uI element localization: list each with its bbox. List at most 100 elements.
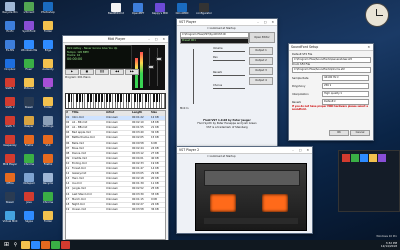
desktop-icon[interactable]: Recycle	[40, 173, 56, 185]
piano-black-key[interactable]	[158, 94, 161, 102]
next-button[interactable]: ▶▶	[125, 69, 139, 75]
desktop-icon[interactable]: Midi Player	[2, 154, 18, 166]
piano-black-key[interactable]	[136, 94, 139, 102]
desktop-icon[interactable]: SGPL 2	[2, 97, 18, 109]
piano-black-key[interactable]	[109, 94, 111, 102]
desktop-icon[interactable]: Dropbox	[2, 59, 18, 71]
piano-black-key[interactable]	[117, 94, 120, 102]
desktop-icon[interactable]: Recycle Bin	[2, 2, 18, 14]
desktop-icon[interactable]: Fiverr	[21, 59, 37, 71]
pause-button[interactable]: ❚❚	[95, 69, 109, 75]
vst-output-button[interactable]: Output 1	[249, 47, 273, 55]
piano-black-key[interactable]	[106, 94, 109, 102]
sf-setting-select[interactable]: 256 ▾	[322, 83, 369, 89]
piano-black-key[interactable]	[81, 94, 84, 102]
vst-player-2-window[interactable]: VST Player 2 – □ ✕ ☐ Autoload at Startup	[176, 146, 313, 234]
piano-black-key[interactable]	[147, 94, 150, 102]
window-controls[interactable]: – □ ✕	[148, 36, 167, 42]
piano-black-key[interactable]	[87, 94, 89, 102]
piano-black-key[interactable]	[89, 94, 92, 102]
piano-black-key[interactable]	[153, 94, 155, 102]
desktop-icon[interactable]: Edge	[40, 40, 56, 52]
piano-black-key[interactable]	[128, 94, 131, 102]
desktop-icon[interactable]: Ex-Ex	[2, 21, 18, 33]
piano-black-key[interactable]	[114, 94, 117, 102]
piano-black-key[interactable]	[67, 94, 70, 102]
desktop-icon[interactable]: Pictures	[21, 78, 37, 90]
desktop-icon[interactable]: Kaspersky	[2, 135, 18, 147]
taskbar-app-firefox[interactable]	[41, 241, 50, 249]
vst-slider-pan[interactable]: Pan	[213, 56, 245, 61]
piano-black-key[interactable]	[76, 94, 78, 102]
balance-slider-knob[interactable]	[155, 57, 162, 61]
desktop-icon[interactable]: SGPL 3	[2, 116, 18, 128]
desktop-icon[interactable]: Windows Media	[21, 40, 37, 52]
desktop-icon[interactable]: Skype	[21, 211, 37, 223]
piano-white-key[interactable]	[162, 94, 165, 108]
vst-player-2-titlebar[interactable]: VST Player 2 – □ ✕	[177, 147, 312, 154]
piano-black-key[interactable]	[120, 94, 122, 102]
desktop-icon[interactable]: MIDI	[40, 78, 56, 90]
column-header[interactable]: Size	[151, 111, 163, 115]
desktop-icon[interactable]: Steam	[2, 192, 18, 204]
piano-black-key[interactable]	[139, 94, 142, 102]
desktop-icon[interactable]: Chrome	[21, 154, 37, 166]
desktop-icon[interactable]: VLC	[40, 135, 56, 147]
column-header[interactable]: Artist	[106, 111, 132, 115]
desktop-icon[interactable]: BestMIDI.txt	[108, 3, 124, 15]
window-controls[interactable]: ✕	[367, 44, 372, 50]
stop-button[interactable]: ■	[80, 69, 94, 75]
sf-path-field-2[interactable]: C:\Program Files\Soundfonts\Drums.sf2	[292, 67, 371, 73]
vst-preset-field[interactable]: Preset 001	[180, 38, 249, 44]
midi-player-window[interactable]: Midi Player – □ ✕ Rick Astley - Never Go…	[62, 35, 169, 242]
piano-black-key[interactable]	[125, 94, 128, 102]
desktop-icon[interactable]: Reaper	[21, 116, 37, 128]
vst-output-button[interactable]: Output 4	[249, 77, 273, 85]
desktop-icon[interactable]: Keppy's MIDI	[152, 3, 168, 15]
piano-black-key[interactable]	[70, 94, 73, 102]
vst2-autoload-checkbox[interactable]: ☐ Autoload at Startup	[207, 155, 236, 158]
piano-black-key[interactable]	[133, 94, 136, 102]
desktop-icon[interactable]: Folder	[40, 21, 56, 33]
prev-button[interactable]: ◀◀	[110, 69, 124, 75]
clock-widget[interactable]	[365, 3, 389, 27]
taskbar-app-edge[interactable]	[31, 241, 40, 249]
tray-icon[interactable]	[351, 154, 359, 162]
vst-vertical-slider[interactable]	[193, 49, 194, 104]
soundfont-setup-window[interactable]: SoundFont Setup ✕ Default SF2 File C:\Pr…	[288, 43, 374, 141]
desktop-icon[interactable]: Firefox	[40, 154, 56, 166]
start-button[interactable]: ⊞	[2, 241, 11, 249]
sf-cancel-button[interactable]: Cancel	[350, 130, 370, 136]
piano-keyboard[interactable]	[65, 93, 166, 109]
vst-output-button[interactable]: Output 2	[249, 57, 273, 65]
balance-slider-track[interactable]	[157, 48, 158, 86]
desktop-icon[interactable]: OpenMPT	[130, 3, 146, 15]
taskbar-app-midi[interactable]	[61, 241, 70, 249]
sf-setting-select[interactable]: High quality ▾	[322, 91, 369, 97]
piano-black-key[interactable]	[144, 94, 147, 102]
desktop-icon[interactable]: Office	[2, 173, 18, 185]
taskbar-app-explorer[interactable]	[21, 241, 30, 249]
desktop-icon[interactable]: Notepad	[21, 173, 37, 185]
vst-slider-reverb[interactable]: Reverb	[213, 71, 245, 76]
vst-player-titlebar[interactable]: VST Player – □ ✕	[177, 19, 277, 26]
desktop-icon[interactable]: Folder	[40, 97, 56, 109]
play-button[interactable]: ▶	[65, 69, 79, 75]
playlist-body[interactable]: 01 Intro.mid Unknown 00:01:22 12 KB 02 A1 - Bi…	[66, 116, 165, 213]
table-row[interactable]: 19 Ocean.mid Unknown 00:03:58 36 KB	[66, 208, 165, 213]
midi-player-titlebar[interactable]: Midi Player – □ ✕	[63, 36, 168, 43]
desktop-icon[interactable]: SGPL 1	[2, 78, 18, 90]
column-header[interactable]: Title	[72, 111, 106, 115]
piano-black-key[interactable]	[98, 94, 100, 102]
desktop-icon[interactable]: Firefox	[21, 135, 37, 147]
vst-slider-volume[interactable]: Volume	[213, 47, 245, 52]
desktop-icon[interactable]: Virtual Midi	[2, 211, 18, 223]
vst-autoload-checkbox[interactable]: ☐ Autoload at Startup	[207, 27, 236, 30]
synth-knob-left[interactable]	[210, 194, 236, 212]
piano-black-key[interactable]	[155, 94, 158, 102]
window-controls[interactable]: – □ ✕	[292, 147, 311, 153]
desktop-icon[interactable]: Settings	[40, 116, 56, 128]
column-header[interactable]: Length	[132, 111, 151, 115]
piano-black-key[interactable]	[78, 94, 81, 102]
tray-icon[interactable]	[378, 154, 386, 162]
